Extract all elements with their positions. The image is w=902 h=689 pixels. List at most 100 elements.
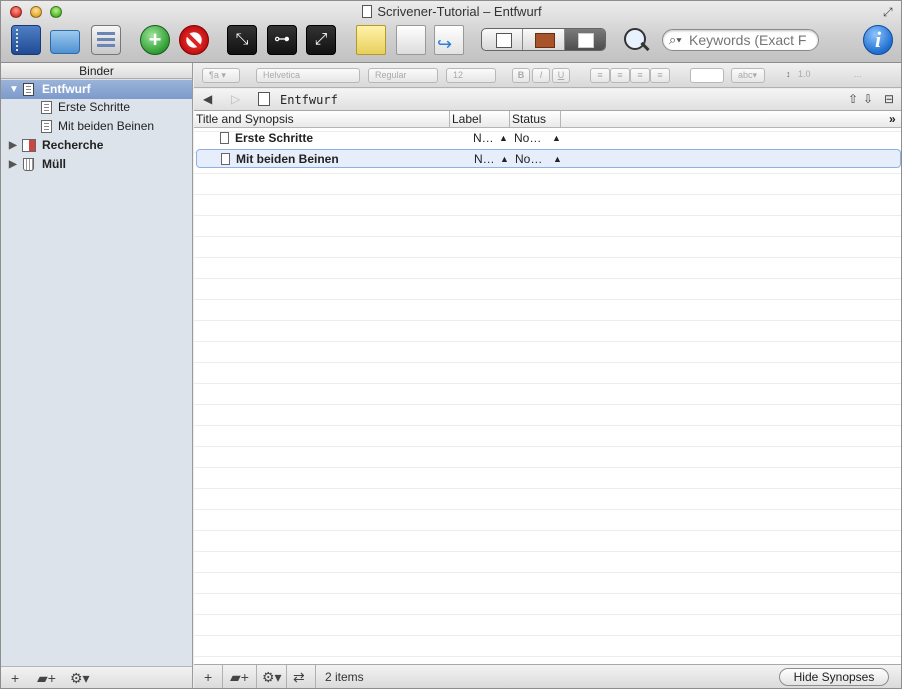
composition-mode-button[interactable]: ⤡ <box>227 25 257 55</box>
project-document-icon <box>362 5 373 18</box>
outliner-column-header: Title and Synopsis Label Status » <box>194 111 901 128</box>
label-stepper-icon[interactable]: ▲ <box>499 128 508 149</box>
binder-item-label: Recherche <box>42 138 104 152</box>
corkboard-view-icon[interactable] <box>523 29 565 50</box>
next-document-icon[interactable]: ⇩ <box>863 92 873 106</box>
search-input[interactable] <box>689 32 814 48</box>
footer-divider <box>315 665 316 688</box>
keywords-button[interactable]: ⊶ <box>267 25 297 55</box>
italic-button[interactable]: I <box>532 68 550 83</box>
column-divider[interactable] <box>509 111 510 128</box>
hide-synopses-button[interactable]: Hide Synopses <box>779 668 889 686</box>
binder-item-muell[interactable]: ▶ Müll <box>1 155 192 174</box>
gear-icon[interactable]: ⚙▾ <box>70 670 90 687</box>
column-label[interactable]: Label <box>452 111 481 127</box>
back-arrow-icon[interactable]: ◀ <box>203 92 212 106</box>
outliner-view-icon[interactable] <box>564 29 605 50</box>
row-label-value[interactable]: N… <box>474 150 495 169</box>
more-formatting-button[interactable]: ... <box>848 68 868 83</box>
search-field[interactable]: ⌕▾ <box>662 29 819 51</box>
project-search-icon[interactable] <box>621 25 651 55</box>
gear-icon[interactable]: ⚙▾ <box>262 669 282 686</box>
document-icon <box>221 153 230 165</box>
column-divider[interactable] <box>449 111 450 128</box>
trash-icon <box>23 158 34 171</box>
align-justify-button[interactable]: ≡ <box>650 68 670 83</box>
binder-item-erste-schritte[interactable]: Erste Schritte <box>1 98 192 117</box>
footer-divider <box>256 665 257 688</box>
window-toolbar: Scrivener-Tutorial – Entfwurf ⤢ + ⤡ ⊶ ⤢ … <box>1 1 901 63</box>
align-left-button[interactable]: ≡ <box>590 68 610 83</box>
paragraph-style-label: ¶a <box>209 70 219 80</box>
outliner-row-selected[interactable]: Mit beiden Beinen N… ▲ No… ▲ <box>196 149 901 168</box>
disclosure-collapsed-icon[interactable]: ▶ <box>9 136 17 155</box>
split-editor-button[interactable]: ⤢ <box>306 25 336 55</box>
binder-item-draft[interactable]: ▼ Entfwurf <box>1 80 192 99</box>
column-status[interactable]: Status <box>512 111 546 127</box>
font-family-popup[interactable]: Helvetica <box>256 68 360 83</box>
footer-divider <box>286 665 287 688</box>
status-stepper-icon[interactable]: ▲ <box>552 128 561 149</box>
research-folder-icon <box>22 139 36 152</box>
line-spacing-icon: ↕ <box>786 69 791 79</box>
font-size-popup[interactable]: 12 <box>446 68 496 83</box>
binder-item-label: Müll <box>42 157 66 171</box>
fullscreen-toggle-icon[interactable]: ⤢ <box>883 5 897 19</box>
text-color-well[interactable] <box>690 68 724 83</box>
add-icon[interactable]: + <box>11 670 19 686</box>
binder-item-recherche[interactable]: ▶ Recherche <box>1 136 192 155</box>
label-stepper-icon[interactable]: ▲ <box>500 150 509 169</box>
font-style-popup[interactable]: Regular <box>368 68 438 83</box>
previous-document-icon[interactable]: ⇧ <box>848 92 858 106</box>
binder-item-label: Erste Schritte <box>58 100 131 114</box>
compile-button[interactable] <box>434 25 464 55</box>
binder-toggle-button[interactable] <box>11 25 41 55</box>
disclosure-collapsed-icon[interactable]: ▶ <box>9 155 17 174</box>
column-title-and-synopsis[interactable]: Title and Synopsis <box>196 111 294 127</box>
forward-arrow-icon[interactable]: ▷ <box>231 92 240 106</box>
add-folder-icon[interactable]: ▰+ <box>230 669 249 686</box>
split-view-icon[interactable]: ⊟ <box>884 92 894 106</box>
editor-header-title[interactable]: Entfwurf <box>280 93 338 107</box>
swap-arrows-icon[interactable]: ⇄ <box>293 669 305 686</box>
align-center-button[interactable]: ≡ <box>610 68 630 83</box>
paragraph-style-popup[interactable]: ¶a ▾ <box>202 68 240 83</box>
binder-item-mit-beiden-beinen[interactable]: Mit beiden Beinen <box>1 117 192 136</box>
notes-button[interactable] <box>356 25 386 55</box>
row-status-value[interactable]: No… <box>515 150 542 169</box>
binder-item-label: Mit beiden Beinen <box>58 119 155 133</box>
binder-item-label: Entfwurf <box>42 82 91 96</box>
add-document-button[interactable]: + <box>140 25 170 55</box>
view-mode-segmented-control[interactable] <box>481 28 606 51</box>
delete-button[interactable] <box>179 25 209 55</box>
editor-header-bar: ◀ ▷ Entfwurf ⇧ ⇩ ⊟ <box>194 89 901 111</box>
column-options-icon[interactable]: » <box>889 111 896 127</box>
row-title[interactable]: Erste Schritte <box>235 128 313 149</box>
binder-footer: + ▰+ ⚙▾ <box>1 666 192 688</box>
add-icon[interactable]: + <box>204 669 212 685</box>
highlight-color-popup[interactable]: abc▾ <box>731 68 765 83</box>
scrivenings-view-icon[interactable] <box>482 29 524 50</box>
column-divider[interactable] <box>560 111 561 128</box>
row-label-value[interactable]: N… <box>473 128 494 149</box>
bold-button[interactable]: B <box>512 68 530 83</box>
outliner-row[interactable]: Erste Schritte N… ▲ No… ▲ <box>194 128 901 149</box>
line-spacing-value: 1.0 <box>798 69 811 79</box>
align-right-button[interactable]: ≡ <box>630 68 650 83</box>
editor-footer: + ▰+ ⚙▾ ⇄ 2 items Hide Synopses <box>194 664 901 688</box>
snapshot-button[interactable] <box>396 25 426 55</box>
add-folder-icon[interactable]: ▰+ <box>37 670 56 687</box>
header-document-icon[interactable] <box>258 92 270 106</box>
footer-divider <box>222 665 223 688</box>
inspector-button[interactable]: i <box>863 25 893 55</box>
underline-button[interactable]: U <box>552 68 570 83</box>
row-status-value[interactable]: No… <box>514 128 541 149</box>
row-title[interactable]: Mit beiden Beinen <box>236 150 339 169</box>
collections-button[interactable] <box>50 30 80 54</box>
search-icon: ⌕▾ <box>669 32 682 47</box>
document-icon <box>41 101 52 114</box>
inspector-layout-button[interactable] <box>91 25 121 55</box>
status-stepper-icon[interactable]: ▲ <box>553 150 562 169</box>
line-spacing-popup[interactable]: ↕ 1.0 <box>780 68 844 83</box>
disclosure-expanded-icon[interactable]: ▼ <box>9 80 19 99</box>
